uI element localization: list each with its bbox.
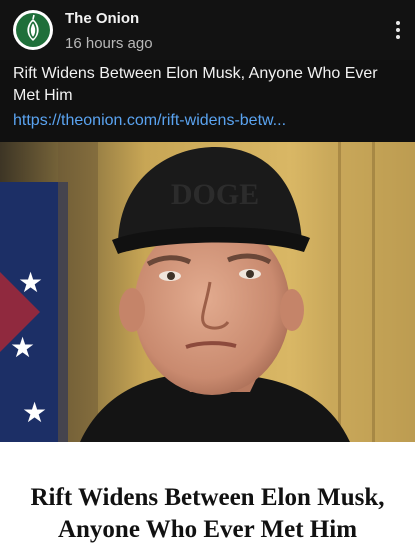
article-card[interactable]: Rift Widens Between Elon Musk, Anyone Wh… [0, 442, 415, 556]
more-options-button[interactable] [384, 16, 412, 44]
post-header: The Onion 16 hours ago [0, 0, 415, 60]
article-link[interactable]: https://theonion.com/rift-widens-betw... [13, 111, 405, 131]
svg-text:★: ★ [10, 331, 35, 364]
post-text: Rift Widens Between Elon Musk, Anyone Wh… [13, 65, 378, 104]
svg-text:★: ★ [18, 266, 43, 299]
article-photo[interactable]: ★ ★ ★ DOGE [0, 142, 415, 442]
article-headline: Rift Widens Between Elon Musk, Anyone Wh… [30, 484, 385, 543]
author-name[interactable]: The Onion [65, 10, 139, 27]
onion-logo-icon[interactable] [13, 10, 53, 50]
svg-text:★: ★ [22, 396, 47, 429]
more-vertical-icon [396, 21, 400, 25]
more-vertical-icon-dot [396, 35, 400, 39]
cap-text: DOGE [171, 178, 259, 211]
post-timestamp: 16 hours ago [65, 35, 153, 52]
more-vertical-icon-dot [396, 28, 400, 32]
